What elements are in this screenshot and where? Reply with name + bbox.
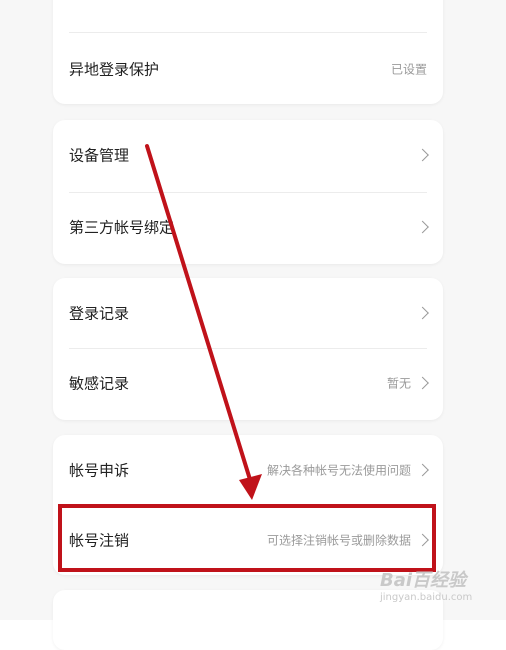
row-value: 暂无 — [386, 376, 411, 391]
watermark: Bai百经验 jingyan.baidu.com — [380, 562, 500, 610]
settings-row-account-appeal[interactable]: 帐号申诉 解决各种帐号无法使用问题 — [53, 435, 443, 505]
watermark-brand: Bai百经验 — [380, 570, 467, 591]
row-label: 异地登录保护 — [69, 60, 160, 79]
settings-row-third-party-binding[interactable]: 第三方帐号绑定 — [53, 192, 443, 262]
security-settings-card: 异地登录保护 已设置 — [53, 0, 443, 104]
row-value: 解决各种帐号无法使用问题 — [266, 463, 411, 478]
chevron-right-icon — [416, 148, 429, 162]
settings-row-login-records[interactable]: 登录记录 — [53, 278, 443, 348]
settings-row-top[interactable] — [53, 0, 443, 30]
records-card: 登录记录 敏感记录 暂无 — [53, 278, 443, 420]
row-label: 登录记录 — [69, 304, 130, 323]
settings-row-remote-login-protection[interactable]: 异地登录保护 已设置 — [53, 34, 443, 104]
divider — [69, 32, 427, 33]
device-card: 设备管理 第三方帐号绑定 — [53, 120, 443, 264]
row-value: 已设置 — [390, 62, 427, 77]
chevron-right-icon — [416, 306, 429, 320]
settings-row-sensitive-records[interactable]: 敏感记录 暂无 — [53, 348, 443, 418]
watermark-url: jingyan.baidu.com — [380, 592, 473, 603]
chevron-right-icon — [416, 220, 429, 234]
row-label: 第三方帐号绑定 — [69, 218, 175, 237]
row-label: 帐号申诉 — [69, 461, 130, 480]
row-label: 设备管理 — [69, 146, 130, 165]
chevron-right-icon — [416, 376, 429, 390]
chevron-right-icon — [416, 463, 429, 477]
settings-row-device-management[interactable]: 设备管理 — [53, 120, 443, 190]
row-label: 敏感记录 — [69, 374, 130, 393]
